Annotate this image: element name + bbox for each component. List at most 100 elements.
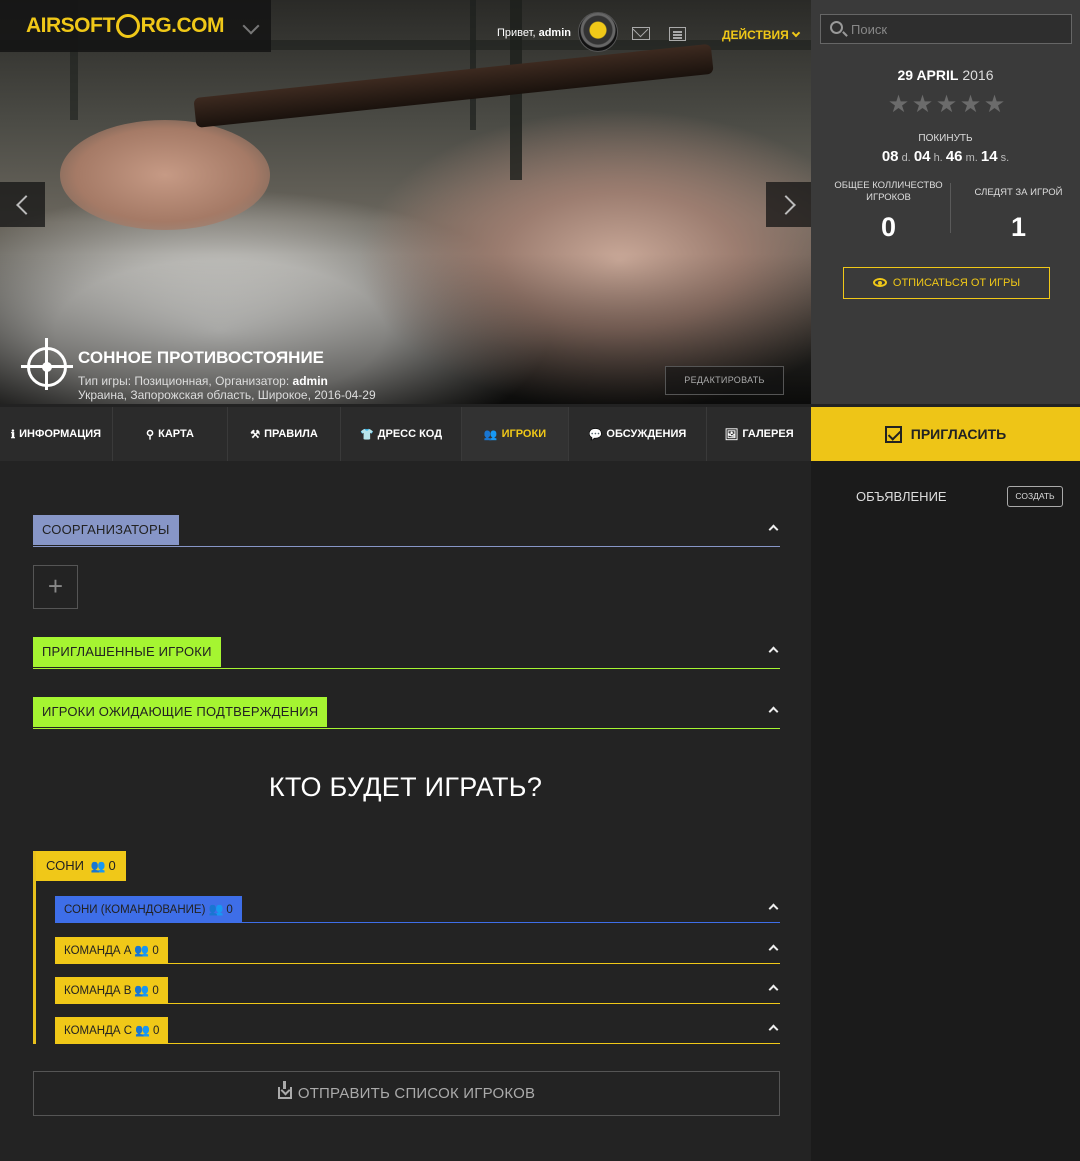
eye-icon bbox=[872, 278, 887, 287]
send-player-list-button[interactable]: ОТПРАВИТЬ СПИСОК ИГРОКОВ bbox=[33, 1071, 780, 1116]
organizer-link[interactable]: admin bbox=[293, 374, 328, 388]
tab-label: ГАЛЕРЕЯ bbox=[742, 428, 794, 440]
game-title: СОННОЕ ПРОТИВОСТОЯНИЕ bbox=[78, 348, 325, 367]
chevron-up-icon[interactable] bbox=[768, 1024, 779, 1035]
subteam-command[interactable]: СОНИ (КОМАНДОВАНИЕ) 👥 0 bbox=[55, 896, 780, 923]
coorganizers-header: СООРГАНИЗАТОРЫ bbox=[33, 515, 179, 545]
search-box[interactable] bbox=[820, 14, 1072, 44]
total-players-count: 0 bbox=[880, 212, 897, 242]
tab-dress-code[interactable]: 👕 ДРЕСС КОД bbox=[341, 407, 462, 461]
section-underline bbox=[55, 963, 780, 964]
announcement-panel: ОБЪЯВЛЕНИЕ СОЗДАТЬ bbox=[811, 461, 1080, 1161]
pending-section[interactable]: ИГРОКИ ОЖИДАЮЩИЕ ПОДТВЕРЖДЕНИЯ bbox=[33, 697, 780, 729]
users-icon: 👥 bbox=[134, 943, 150, 957]
tab-label: ИНФОРМАЦИЯ bbox=[19, 428, 102, 440]
star-icon[interactable]: ★ bbox=[911, 93, 934, 117]
game-date: 29 APRIL 2016 bbox=[811, 67, 1080, 83]
subteam-b[interactable]: КОМАНДА B 👥 0 bbox=[55, 977, 780, 1004]
section-underline bbox=[55, 922, 780, 923]
coorganizers-section[interactable]: СООРГАНИЗАТОРЫ bbox=[33, 515, 780, 547]
slider-next-button[interactable] bbox=[766, 182, 811, 227]
star-icon[interactable]: ★ bbox=[887, 93, 910, 117]
game-side-panel: 29 APRIL 2016 ★ ★ ★ ★ ★ ПОКИНУТЬ 08 d. 0… bbox=[811, 0, 1080, 404]
tab-info[interactable]: ℹ ИНФОРМАЦИЯ bbox=[0, 407, 113, 461]
total-players-label-line1: ОБЩЕЕ КОЛЛИЧЕСТВО bbox=[834, 180, 943, 191]
create-announcement-button[interactable]: СОЗДАТЬ bbox=[1007, 486, 1063, 507]
subteam-name: КОМАНДА C bbox=[64, 1025, 133, 1037]
search-icon bbox=[830, 21, 843, 34]
crosshair-icon-line bbox=[45, 338, 48, 390]
chevron-up-icon[interactable] bbox=[768, 646, 779, 657]
subteam-count: 0 bbox=[226, 904, 233, 916]
subteam-a[interactable]: КОМАНДА A 👥 0 bbox=[55, 937, 780, 964]
star-icon[interactable]: ★ bbox=[983, 93, 1006, 117]
game-location-text: Украина, Запорожская область, Широкое, 2… bbox=[78, 388, 376, 402]
star-icon[interactable]: ★ bbox=[959, 93, 982, 117]
unsubscribe-label: ОТПИСАТЬСЯ ОТ ИГРЫ bbox=[892, 277, 1021, 289]
tab-map[interactable]: ⚲ КАРТА bbox=[113, 407, 228, 461]
hero-banner bbox=[0, 0, 811, 404]
game-meta: Тип игры: Позиционная, Организатор: admi… bbox=[78, 374, 376, 402]
team-header[interactable]: СОНИ 👥 0 bbox=[36, 851, 126, 881]
site-logo[interactable]: AIRSOFT RG.COM bbox=[26, 14, 225, 38]
chevron-down-icon bbox=[791, 28, 801, 38]
news-icon[interactable] bbox=[669, 27, 686, 41]
followers-count: 1 bbox=[1010, 212, 1027, 242]
invite-button[interactable]: ПРИГЛАСИТЬ bbox=[811, 407, 1080, 461]
tab-rules[interactable]: ⚒ ПРАВИЛА bbox=[228, 407, 341, 461]
greeting-prefix: Привет, bbox=[497, 27, 536, 39]
subteam-count: 0 bbox=[152, 985, 159, 997]
tab-gallery[interactable]: 🖼 ГАЛЕРЕЯ bbox=[707, 407, 811, 461]
subteam-count: 0 bbox=[152, 945, 159, 957]
search-input[interactable] bbox=[851, 19, 1051, 39]
unsubscribe-button[interactable]: ОТПИСАТЬСЯ ОТ ИГРЫ bbox=[843, 267, 1050, 299]
section-underline bbox=[33, 546, 780, 547]
slider-prev-button[interactable] bbox=[0, 182, 45, 227]
users-icon: 👥 bbox=[134, 983, 150, 997]
subteam-c[interactable]: КОМАНДА C 👥 0 bbox=[55, 1017, 780, 1044]
chevron-up-icon[interactable] bbox=[768, 706, 779, 717]
bunk-post bbox=[470, 0, 476, 130]
followers-label: СЛЕДЯТ ЗА ИГРОЙ bbox=[974, 187, 1063, 198]
countdown-hours: 04 bbox=[913, 148, 931, 165]
add-coorganizer-button[interactable]: + bbox=[33, 565, 78, 609]
leave-label: ПОКИНУТЬ bbox=[918, 133, 973, 144]
rating-stars[interactable]: ★ ★ ★ ★ ★ bbox=[887, 93, 1006, 117]
tab-label: КАРТА bbox=[158, 428, 194, 440]
shirt-icon: 👕 bbox=[359, 428, 374, 441]
tab-discussions[interactable]: 💬 ОБСУЖДЕНИЯ bbox=[569, 407, 707, 461]
section-underline bbox=[55, 1003, 780, 1004]
edit-button[interactable]: РЕДАКТИРОВАТЬ bbox=[665, 366, 784, 395]
section-underline bbox=[33, 728, 780, 729]
greeting: Привет, admin bbox=[497, 27, 571, 39]
actions-menu[interactable]: ДЕЙСТВИЯ bbox=[722, 28, 801, 42]
total-players-label: ОБЩЕЕ КОЛЛИЧЕСТВО ИГРОКОВ bbox=[831, 180, 946, 204]
tab-label: ДРЕСС КОД bbox=[377, 428, 443, 440]
team-count: 0 bbox=[108, 858, 116, 873]
avatar[interactable] bbox=[578, 12, 618, 52]
announcement-label: ОБЪЯВЛЕНИЕ bbox=[856, 489, 947, 504]
tab-players[interactable]: 👥 ИГРОКИ bbox=[462, 407, 569, 461]
star-icon[interactable]: ★ bbox=[935, 93, 958, 117]
info-icon: ℹ bbox=[10, 428, 16, 441]
game-date-year: 2016 bbox=[962, 67, 994, 83]
total-players-label-line2: ИГРОКОВ bbox=[866, 192, 911, 203]
subteam-header: КОМАНДА C 👥 0 bbox=[55, 1017, 169, 1043]
subteam-name: КОМАНДА A bbox=[64, 945, 132, 957]
game-date-day: 29 APRIL bbox=[897, 67, 959, 83]
tab-label: ПРАВИЛА bbox=[264, 428, 318, 440]
pending-header: ИГРОКИ ОЖИДАЮЩИЕ ПОДТВЕРЖДЕНИЯ bbox=[33, 697, 328, 727]
countdown-hours-unit: h. bbox=[933, 152, 943, 164]
countdown-days-unit: d. bbox=[901, 152, 911, 164]
mail-icon[interactable] bbox=[632, 27, 650, 40]
tab-label: ИГРОКИ bbox=[501, 428, 547, 440]
chevron-up-icon[interactable] bbox=[768, 944, 779, 955]
users-icon: 👥 bbox=[90, 859, 106, 873]
chevron-up-icon[interactable] bbox=[768, 524, 779, 535]
chevron-down-icon[interactable] bbox=[242, 17, 260, 35]
hero-arm bbox=[60, 120, 270, 230]
chevron-up-icon[interactable] bbox=[768, 903, 779, 914]
invited-section[interactable]: ПРИГЛАШЕННЫЕ ИГРОКИ bbox=[33, 637, 780, 669]
logo-bar[interactable]: AIRSOFT RG.COM bbox=[0, 0, 271, 52]
chevron-up-icon[interactable] bbox=[768, 984, 779, 995]
